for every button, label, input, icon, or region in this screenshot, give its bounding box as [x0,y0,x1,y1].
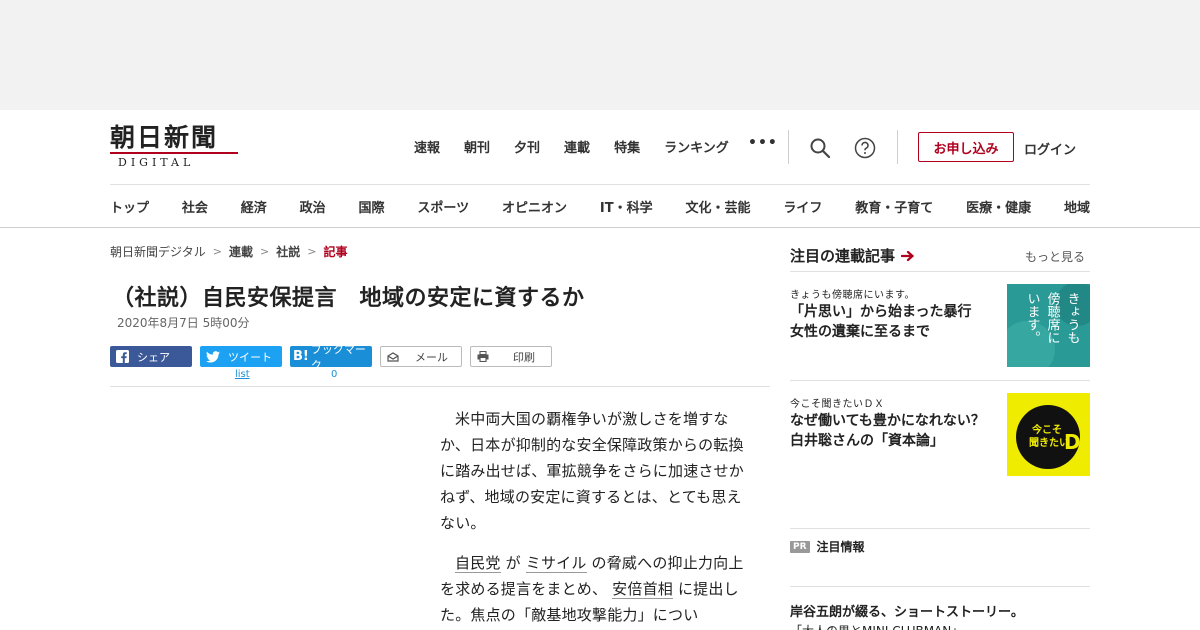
print-button[interactable]: 印刷 [470,346,552,367]
pr-heading: PR 注目情報 [790,538,865,555]
series-name: きょうも傍聴席にいます。 [790,290,915,301]
series-thumbnail: きょうも 傍聴席に います。 [999,282,1099,377]
keyword-link-missile[interactable]: ミサイル [525,554,587,573]
help-icon[interactable] [854,137,876,159]
mail-share-label: メール [415,350,448,364]
breadcrumb: 朝日新聞デジタル > 連載 > 社説 > 記事 [110,243,347,260]
ad-banner-area [0,0,1200,110]
category-economy[interactable]: 経済 [241,197,267,216]
article-body: 米中両大国の覇権争いが激しさを増すなか、日本が抑制的な安全保障政策からの転換に踏… [440,406,750,630]
pr-label: 注目情報 [816,540,865,554]
sidebar-divider [790,271,1090,272]
thumb-text: います。 [1025,292,1040,344]
thumb-text: 聞きたい [1029,437,1069,449]
hatena-bookmark-label: ブックマーク [310,342,366,372]
logo-subtitle: DIGITAL [118,156,195,169]
see-more-link[interactable]: もっと見る [1025,248,1085,265]
hatena-bookmark-count[interactable]: 0 [331,369,337,380]
breadcrumb-current: 記事 [323,245,348,259]
mail-share-button[interactable]: メール [380,346,462,367]
pr-article-subtitle[interactable]: 「大人の男とMINI CLUBMAN」 [790,622,963,630]
featured-series-title: 注目の連載記事 [790,247,896,265]
keyword-link-ldp[interactable]: 自民党 [455,554,501,573]
category-health[interactable]: 医療・健康 [966,197,1031,216]
series-card[interactable]: きょうも傍聴席にいます。 「片思い」から始まった暴行 女性の遺棄に至るまで きょ… [790,282,1099,377]
facebook-icon [116,350,129,363]
breadcrumb-editorial[interactable]: 社説 [276,243,300,260]
category-it-science[interactable]: IT・科学 [600,197,653,216]
category-top[interactable]: トップ [110,197,149,216]
series-article-title: 「片思い」から始まった暴行 女性の遺棄に至るまで [790,304,986,340]
category-sports[interactable]: スポーツ [417,197,469,216]
breadcrumb-separator: > [260,245,270,258]
login-link[interactable]: ログイン [1024,139,1076,158]
header-divider [110,184,1090,185]
print-label: 印刷 [513,350,535,364]
nav-features[interactable]: 特集 [614,137,640,156]
mail-icon [387,351,399,362]
series-card[interactable]: 今こそ聞きたいＤＸ なぜ働いても豊かになれない？ 白井聡さんの「資本論」 今こそ… [790,393,1097,479]
site-header: 朝日新聞 DIGITAL 速報 朝刊 夕刊 連載 特集 ランキング ••• お申… [0,110,1200,228]
sidebar-divider [790,380,1090,381]
article-divider [110,386,770,387]
breadcrumb-separator: > [307,245,317,258]
nav-ranking[interactable]: ランキング [664,137,729,156]
pr-article-title[interactable]: 岸谷五朗が綴る、ショートストーリー。 [790,601,1024,620]
logo-underline [110,152,238,154]
header-separator [897,130,898,164]
thumb-text: 傍聴席に [1045,291,1061,344]
arrow-right-icon[interactable] [901,250,915,262]
breadcrumb-home[interactable]: 朝日新聞デジタル [110,243,206,260]
site-logo[interactable]: 朝日新聞 DIGITAL [110,124,240,172]
category-international[interactable]: 国際 [359,197,385,216]
series-article-title: なぜ働いても豊かになれない？ 白井聡さんの「資本論」 [790,413,999,449]
article-headline: （社説）自民安保提言 地域の安定に資するか [112,286,585,311]
series-name: 今こそ聞きたいＤＸ [790,399,885,410]
twitter-share-label: ツイート [228,350,272,364]
series-thumbnail: 今こそ 聞きたい DX [1007,393,1097,476]
twitter-bird-icon [206,350,220,363]
twitter-count-link[interactable]: list [235,369,250,380]
nav-evening[interactable]: 夕刊 [514,137,540,156]
sidebar-divider [790,528,1090,529]
pr-badge: PR [790,540,810,553]
category-nav: トップ 社会 経済 政治 国際 スポーツ オピニオン IT・科学 文化・芸能 ラ… [110,197,1090,216]
breadcrumb-series[interactable]: 連載 [229,243,253,260]
nav-series[interactable]: 連載 [564,137,590,156]
logo-kanji: 朝日新聞 [110,123,219,152]
more-menu-icon[interactable]: ••• [748,135,778,151]
facebook-share-button[interactable]: シェア [110,346,192,367]
article-paragraph: 米中両大国の覇権争いが激しさを増すなか、日本が抑制的な安全保障政策からの転換に踏… [440,410,745,532]
twitter-share-button[interactable]: ツイート [200,346,282,367]
keyword-link-abe[interactable]: 安倍首相 [612,580,673,599]
category-local[interactable]: 地域 [1064,197,1090,216]
search-icon[interactable] [809,137,831,159]
category-politics[interactable]: 政治 [300,197,326,216]
hatena-bookmark-button[interactable]: B! ブックマーク [290,343,372,372]
thumb-text: 今こそ [1031,423,1062,436]
nav-morning[interactable]: 朝刊 [464,137,490,156]
header-separator [788,130,789,164]
thumb-text: DX [1064,430,1090,454]
category-culture[interactable]: 文化・芸能 [685,197,750,216]
printer-icon [477,351,489,362]
category-life[interactable]: ライフ [783,197,822,216]
breadcrumb-separator: > [212,245,222,258]
paragraph-text: が [500,554,526,572]
publish-date: 2020年8月7日 5時00分 [117,316,250,330]
top-nav: 速報 朝刊 夕刊 連載 特集 ランキング ••• [414,135,777,156]
thumb-text: きょうも [1065,292,1080,344]
featured-series-heading: 注目の連載記事 [790,245,915,266]
facebook-share-label: シェア [137,350,170,364]
signup-button[interactable]: お申し込み [918,132,1014,162]
nav-breaking[interactable]: 速報 [414,137,440,156]
category-opinion[interactable]: オピニオン [502,197,567,216]
category-society[interactable]: 社会 [182,197,208,216]
hatena-b-icon: B! [293,349,309,364]
article-paragraph: 自民党 が ミサイル の脅威への抑止力向上を求める提言をまとめ、 安倍首相 に提… [440,550,750,628]
category-education[interactable]: 教育・子育て [855,197,933,216]
sidebar-divider [790,586,1090,587]
